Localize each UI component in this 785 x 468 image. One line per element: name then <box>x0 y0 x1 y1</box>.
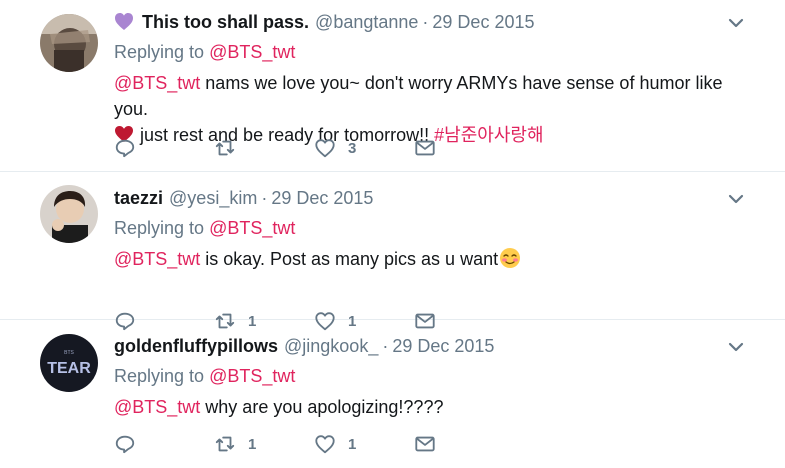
display-name[interactable]: taezzi <box>114 186 163 210</box>
tweet-header: goldenfluffypillows @jingkook_ · 29 Dec … <box>114 334 745 358</box>
mention-link[interactable]: @BTS_twt <box>114 397 200 417</box>
tweet-text: @BTS_twt is okay. Post as many pics as u… <box>114 246 745 272</box>
retweet-icon <box>215 140 235 156</box>
tweet-header: taezzi @yesi_kim · 29 Dec 2015 <box>114 186 745 210</box>
replying-to: Replying to @BTS_twt <box>114 40 745 64</box>
dm-button[interactable] <box>414 137 514 159</box>
avatar[interactable] <box>40 14 98 72</box>
replying-handle-link[interactable]: @BTS_twt <box>209 366 295 386</box>
tweet-header: This too shall pass. @bangtanne · 29 Dec… <box>114 10 745 34</box>
replying-label: Replying to <box>114 42 205 62</box>
replying-handle-link[interactable]: @BTS_twt <box>209 42 295 62</box>
separator: · <box>261 188 268 208</box>
tweet-content: taezzi @yesi_kim · 29 Dec 2015 Replying … <box>114 186 745 272</box>
separator: · <box>382 336 389 356</box>
reply-icon <box>115 139 135 158</box>
like-count: 1 <box>348 435 357 453</box>
like-icon <box>315 435 335 454</box>
user-handle[interactable]: @bangtanne <box>315 10 418 34</box>
chevron-down-icon[interactable] <box>727 338 745 356</box>
tweet-2[interactable]: taezzi @yesi_kim · 29 Dec 2015 Replying … <box>0 172 785 331</box>
like-button[interactable]: 1 <box>314 433 414 455</box>
replying-to: Replying to @BTS_twt <box>114 364 745 388</box>
tweet-actions: 1 1 <box>114 433 514 455</box>
dm-button[interactable] <box>414 433 514 455</box>
avatar[interactable]: BTS TEAR <box>40 334 98 392</box>
replying-to: Replying to @BTS_twt <box>114 216 745 240</box>
avatar[interactable] <box>40 185 98 243</box>
reply-icon <box>115 435 135 454</box>
replying-label: Replying to <box>114 366 205 386</box>
chevron-down-icon[interactable] <box>727 14 745 32</box>
separator: · <box>422 12 429 32</box>
like-count: 3 <box>348 139 357 157</box>
tweet-date[interactable]: 29 Dec 2015 <box>271 186 373 210</box>
avatar-small-text: BTS <box>64 350 74 356</box>
reply-button[interactable] <box>114 137 214 159</box>
tweet-text-body: is okay. Post as many pics as u want <box>200 249 499 269</box>
tweet-content: goldenfluffypillows @jingkook_ · 29 Dec … <box>114 334 745 420</box>
dm-icon <box>415 436 435 452</box>
tweet-text: @BTS_twt why are you apologizing!???? <box>114 394 745 420</box>
purple-heart-icon <box>115 13 133 30</box>
retweet-icon <box>215 436 235 452</box>
display-name[interactable]: goldenfluffypillows <box>114 334 278 358</box>
tweet-text-body: why are you apologizing!???? <box>200 397 444 417</box>
retweet-button[interactable] <box>214 137 314 159</box>
mention-link[interactable]: @BTS_twt <box>114 73 200 93</box>
tweet-1[interactable]: This too shall pass. @bangtanne · 29 Dec… <box>0 0 785 172</box>
chevron-down-icon[interactable] <box>727 190 745 208</box>
display-name[interactable]: This too shall pass. <box>142 10 309 34</box>
reply-button[interactable] <box>114 433 214 455</box>
retweet-count: 1 <box>248 435 257 453</box>
like-icon <box>315 139 335 158</box>
replying-label: Replying to <box>114 218 205 238</box>
tweet-date[interactable]: 29 Dec 2015 <box>392 334 494 358</box>
dm-icon <box>415 140 435 156</box>
replying-handle-link[interactable]: @BTS_twt <box>209 218 295 238</box>
tweet-date[interactable]: 29 Dec 2015 <box>432 10 534 34</box>
user-handle[interactable]: @jingkook_ <box>284 334 378 358</box>
tweet-content: This too shall pass. @bangtanne · 29 Dec… <box>114 10 745 148</box>
retweet-button[interactable]: 1 <box>214 433 314 455</box>
like-button[interactable]: 3 <box>314 137 414 159</box>
avatar-text: TEAR <box>47 360 91 377</box>
tweet-text-line1: nams we love you~ don't worry ARMYs have… <box>114 73 723 119</box>
tweet-actions: 3 <box>114 137 514 159</box>
blush-emoji-icon <box>500 248 521 268</box>
tweet-3[interactable]: BTS TEAR goldenfluffypillows @jingkook_ … <box>0 320 785 468</box>
user-handle[interactable]: @yesi_kim <box>169 186 257 210</box>
mention-link[interactable]: @BTS_twt <box>114 249 200 269</box>
